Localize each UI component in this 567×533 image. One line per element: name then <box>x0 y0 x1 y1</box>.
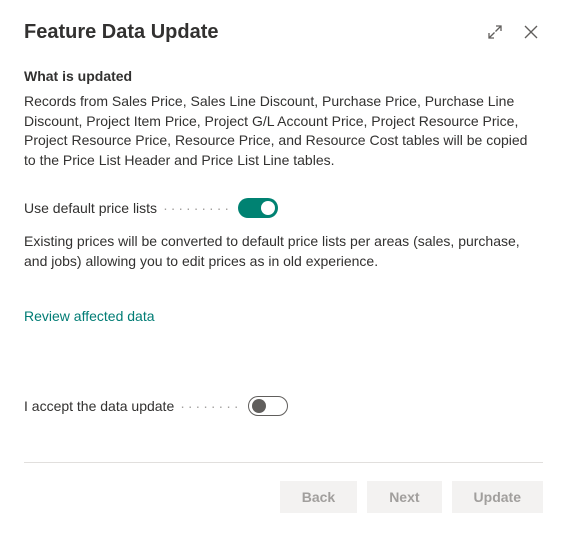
dialog-title: Feature Data Update <box>24 21 219 44</box>
section-heading: What is updated <box>24 68 543 84</box>
expand-icon[interactable] <box>483 20 507 44</box>
update-button[interactable]: Update <box>452 481 543 513</box>
use-default-label: Use default price lists <box>24 200 157 216</box>
accept-toggle-row: I accept the data update ········ <box>24 396 543 416</box>
accept-toggle[interactable] <box>248 396 288 416</box>
description-text: Records from Sales Price, Sales Line Dis… <box>24 92 543 170</box>
close-icon[interactable] <box>519 20 543 44</box>
footer-divider <box>24 462 543 463</box>
accept-label: I accept the data update <box>24 398 174 414</box>
footer-buttons: Back Next Update <box>24 481 543 513</box>
dots-separator: ········· <box>163 200 232 216</box>
helper-text: Existing prices will be converted to def… <box>24 232 543 271</box>
dots-separator: ········ <box>180 398 241 414</box>
back-button[interactable]: Back <box>280 481 357 513</box>
review-link[interactable]: Review affected data <box>24 308 155 324</box>
use-default-toggle[interactable] <box>238 198 278 218</box>
dialog-footer: Back Next Update <box>24 462 543 513</box>
next-button[interactable]: Next <box>367 481 441 513</box>
header-icons <box>483 20 543 44</box>
use-default-toggle-row: Use default price lists ········· <box>24 198 543 218</box>
